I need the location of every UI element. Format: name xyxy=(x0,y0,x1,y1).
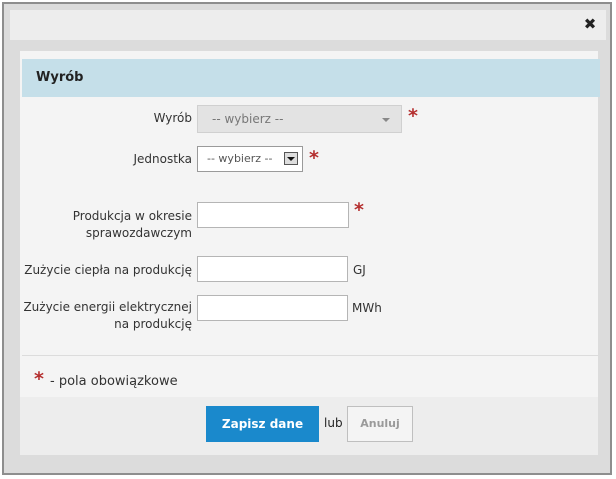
product-select-value: -- wybierz -- xyxy=(212,112,284,126)
heat-unit: GJ xyxy=(353,263,366,277)
dialog-content: Wyrób Wyrób -- wybierz -- * Jednostka --… xyxy=(20,51,600,455)
unit-select-value: -- wybierz -- xyxy=(207,152,273,165)
product-required-mark: * xyxy=(408,105,418,127)
legend-star: * xyxy=(34,368,44,390)
unit-label: Jednostka xyxy=(133,152,192,166)
heat-label: Zużycie ciepła na produkcję xyxy=(24,263,192,277)
unit-required-mark: * xyxy=(309,147,319,169)
chevron-down-icon xyxy=(382,118,390,122)
dropdown-arrow-icon[interactable] xyxy=(284,152,298,165)
close-icon[interactable]: ✖ xyxy=(582,15,598,33)
legend-text: - pola obowiązkowe xyxy=(50,374,178,389)
unit-select[interactable]: -- wybierz -- xyxy=(197,146,303,172)
save-button[interactable]: Zapisz dane xyxy=(206,406,319,442)
electricity-label-line1: Zużycie energii elektrycznej xyxy=(23,300,192,314)
dialog-footer: Zapisz dane lub Anuluj xyxy=(20,397,598,455)
production-required-mark: * xyxy=(354,199,364,221)
or-label: lub xyxy=(324,416,343,430)
electricity-label-line2: na produkcję xyxy=(114,317,192,331)
electricity-unit: MWh xyxy=(352,301,382,315)
electricity-label: Zużycie energii elektrycznej na produkcj… xyxy=(20,299,192,333)
heat-input[interactable] xyxy=(197,256,348,282)
production-label-line1: Produkcja w okresie xyxy=(72,209,192,223)
section-header: Wyrób xyxy=(22,59,600,97)
modal-dialog: ✖ Wyrób Wyrób -- wybierz -- * Jednostka … xyxy=(2,2,612,475)
production-input[interactable] xyxy=(197,202,349,228)
production-label-line2: sprawozdawczym xyxy=(85,226,192,240)
section-title: Wyrób xyxy=(36,70,84,85)
product-label: Wyrób xyxy=(153,111,192,125)
divider xyxy=(22,355,598,356)
product-select[interactable]: -- wybierz -- xyxy=(197,105,402,133)
production-label: Produkcja w okresie sprawozdawczym xyxy=(40,208,192,242)
dialog-titlebar: ✖ xyxy=(10,10,606,40)
electricity-input[interactable] xyxy=(197,295,348,321)
cancel-button[interactable]: Anuluj xyxy=(347,406,413,442)
